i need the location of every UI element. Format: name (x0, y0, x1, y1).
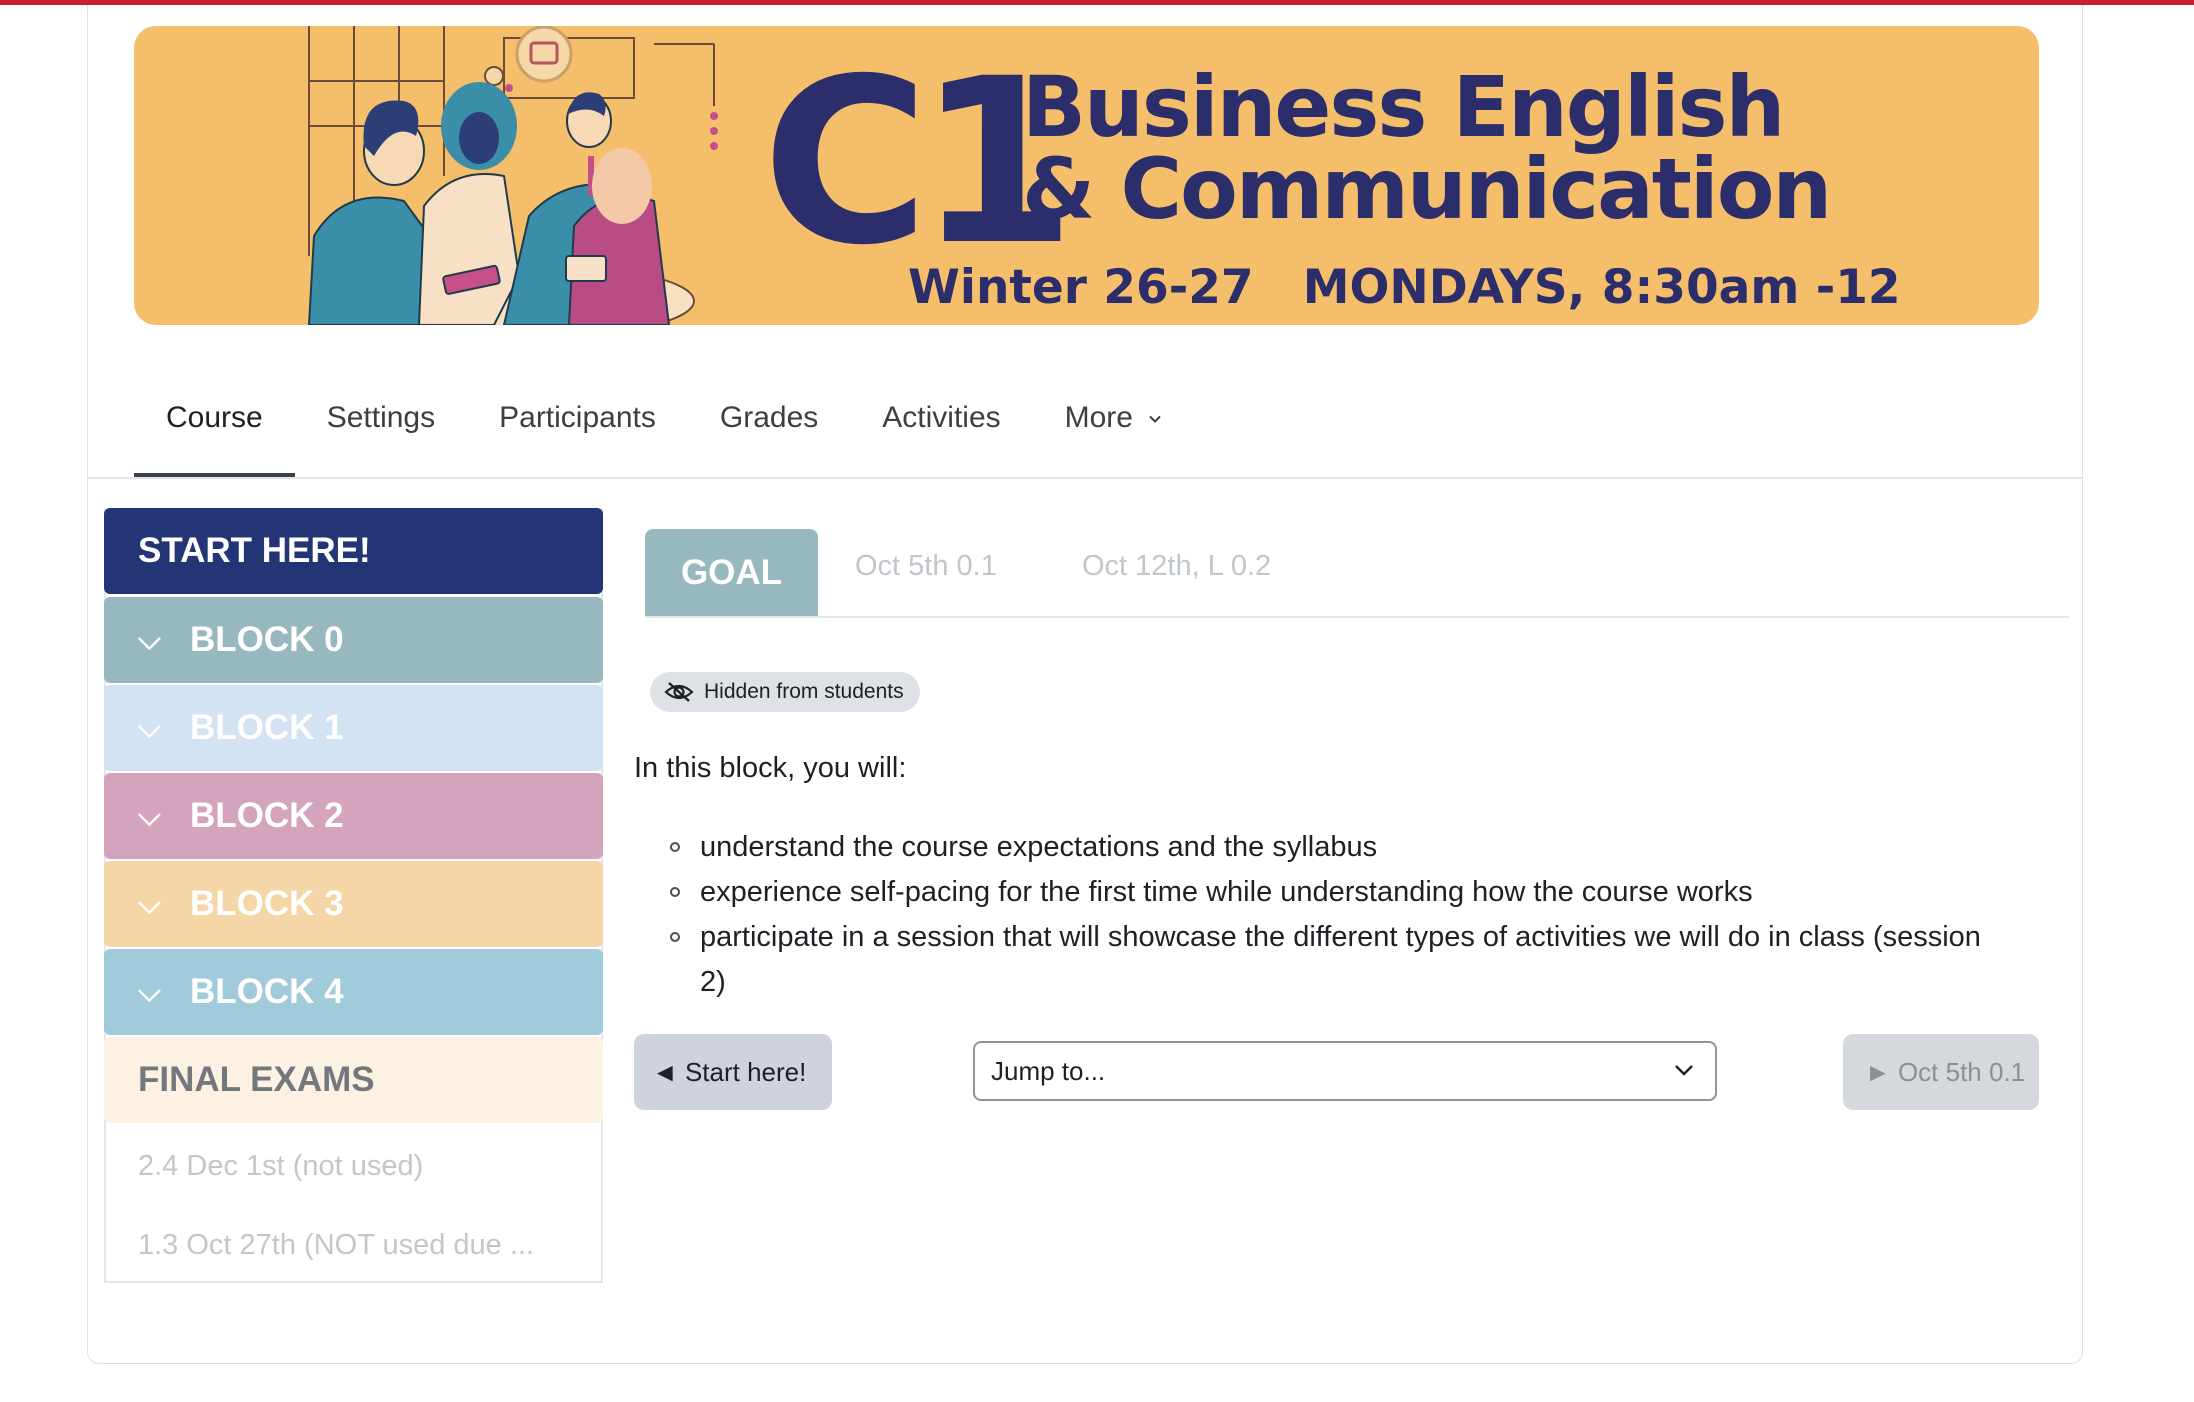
tab-more[interactable]: More (1033, 370, 1196, 478)
list-item: understand the course expectations and t… (670, 825, 2000, 870)
tab-activities[interactable]: Activities (850, 370, 1032, 478)
previous-section-button[interactable]: ◄ Start here! (634, 1034, 832, 1110)
sidebar-item-label: BLOCK 1 (190, 708, 344, 747)
tab-grades[interactable]: Grades (688, 370, 850, 478)
sidebar-item-start-here[interactable]: START HERE! (104, 508, 603, 594)
sidebar-subitem[interactable]: 2.4 Dec 1st (not used) (138, 1150, 423, 1183)
chevron-down-icon (1149, 415, 1162, 423)
list-item: experience self-pacing for the first tim… (670, 870, 2000, 915)
nav-divider (88, 477, 2083, 479)
chevron-down-icon (1675, 1065, 1693, 1076)
sidebar-item-label: BLOCK 4 (190, 972, 344, 1011)
content-tabs-divider (645, 616, 2069, 618)
course-secondary-nav: Course Settings Participants Grades Acti… (134, 370, 1195, 478)
sidebar-item-block-4[interactable]: ⌵ BLOCK 4 (104, 949, 603, 1035)
course-banner: C1 Business English & Communication Wint… (134, 26, 2039, 325)
banner-title-line1: Business English (1022, 58, 1785, 156)
hidden-status-badge: Hidden from students (650, 672, 920, 712)
sidebar-item-label: BLOCK 0 (190, 620, 344, 659)
sidebar-item-label: BLOCK 3 (190, 884, 344, 923)
jump-to-select[interactable]: Jump to... (973, 1041, 1717, 1101)
banner-schedule: Winter 26-27 MONDAYS, 8:30am -12 (908, 260, 1901, 315)
sidebar-item-block-2[interactable]: ⌵ BLOCK 2 (104, 773, 603, 859)
chevron-down-icon[interactable]: ⌵ (138, 597, 190, 683)
sidebar-subitem[interactable]: 1.3 Oct 27th (NOT used due ... (138, 1229, 534, 1262)
chevron-down-icon[interactable]: ⌵ (138, 949, 190, 1035)
banner-level: C1 (762, 29, 1076, 295)
sidebar-item-label: BLOCK 2 (190, 796, 344, 835)
chevron-down-icon[interactable]: ⌵ (138, 861, 190, 947)
tab-oct-12th[interactable]: Oct 12th, L 0.2 (1082, 550, 1271, 583)
chevron-down-icon[interactable]: ⌵ (138, 685, 190, 771)
banner-title: Business English & Communication (1022, 58, 1832, 238)
next-section-button[interactable]: ► Oct 5th 0.1 (1843, 1034, 2039, 1110)
tab-participants[interactable]: Participants (467, 370, 688, 478)
tab-more-label: More (1064, 401, 1133, 434)
sidebar-item-block-0[interactable]: ⌵ BLOCK 0 (104, 597, 603, 683)
sidebar-item-block-3[interactable]: ⌵ BLOCK 3 (104, 861, 603, 947)
tab-goal[interactable]: GOAL (645, 529, 818, 617)
banner-title-line2: & Communication (1022, 140, 1832, 238)
section-intro: In this block, you will: (634, 752, 907, 784)
goals-list: understand the course expectations and t… (670, 825, 2000, 1005)
chevron-down-icon[interactable]: ⌵ (138, 773, 190, 859)
tab-settings[interactable]: Settings (295, 370, 467, 478)
jump-to-value: Jump to... (991, 1056, 1106, 1086)
tab-oct-5th[interactable]: Oct 5th 0.1 (855, 550, 997, 583)
sidebar-item-final-exams[interactable]: FINAL EXAMS (104, 1037, 603, 1123)
hidden-status-label: Hidden from students (704, 680, 904, 703)
eye-slash-icon (664, 682, 694, 702)
list-item: participate in a session that will showc… (670, 915, 2000, 1005)
tab-course[interactable]: Course (134, 370, 295, 478)
sidebar-item-block-1[interactable]: ⌵ BLOCK 1 (104, 685, 603, 771)
